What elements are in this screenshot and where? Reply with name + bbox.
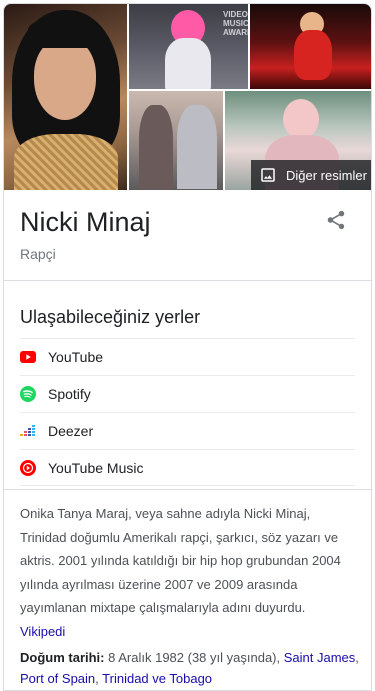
knowledge-panel: VIDEO MUSIC AWARDS Diğer resimler Nicki … (3, 3, 372, 691)
share-button[interactable] (322, 208, 350, 236)
entity-title: Nicki Minaj (20, 207, 151, 237)
deezer-icon (20, 423, 36, 439)
share-icon (325, 209, 347, 236)
image-collage: VIDEO MUSIC AWARDS Diğer resimler (4, 4, 371, 190)
more-images-button[interactable]: Diğer resimler (251, 160, 371, 190)
photo-face (34, 38, 96, 120)
photo-bangs (28, 18, 102, 48)
profile-label: Deezer (48, 423, 94, 439)
profile-label: YouTube Music (48, 459, 144, 476)
photo-dress (14, 134, 118, 190)
photo-1[interactable] (4, 4, 127, 190)
profile-label: Spotify (48, 386, 91, 402)
birth-info: Doğum tarihi: 8 Aralık 1982 (38 yıl yaşı… (20, 647, 360, 689)
backdrop-sign: VIDEO MUSIC AWARDS (223, 10, 248, 37)
birth-label: Doğum tarihi: (20, 650, 105, 665)
divider (4, 489, 371, 490)
photo-2[interactable]: VIDEO MUSIC AWARDS (129, 4, 248, 89)
profiles-heading: Ulaşabileceğiniz yerler (20, 307, 201, 327)
photo-4[interactable] (129, 91, 223, 190)
photo-head (283, 99, 319, 139)
youtube-icon (20, 349, 36, 365)
birth-place-link-port-of-spain[interactable]: Port of Spain (20, 671, 95, 686)
photo-3[interactable] (250, 4, 371, 89)
profile-link-spotify[interactable]: Spotify (20, 375, 355, 412)
profiles-list: YouTube Spotify Deezer YouTube Music (20, 338, 355, 486)
birth-place-link-trinidad[interactable]: Trinidad ve Tobago (102, 671, 212, 686)
birth-date: 8 Aralık 1982 (38 yıl yaşında), (108, 650, 281, 665)
youtube-music-icon (20, 459, 36, 476)
description-source-link[interactable]: Vikipedi (20, 624, 65, 639)
birth-place-link-saint-james[interactable]: Saint James (284, 650, 356, 665)
description: Onika Tanya Maraj, veya sahne adıyla Nic… (20, 502, 360, 643)
spotify-icon (20, 386, 36, 402)
entity-subtitle: Rapçi (20, 246, 56, 262)
more-images-label: Diğer resimler (286, 167, 367, 183)
profile-link-youtube[interactable]: YouTube (20, 338, 355, 375)
image-icon (259, 166, 277, 184)
photo-outfit (165, 38, 211, 89)
photo-red-outfit (294, 30, 332, 80)
birth-separator: , (355, 650, 359, 665)
profile-link-deezer[interactable]: Deezer (20, 412, 355, 449)
divider (4, 280, 371, 281)
profile-link-youtube-music[interactable]: YouTube Music (20, 449, 355, 486)
birth-separator: , (95, 671, 99, 686)
profile-label: YouTube (48, 349, 104, 365)
photo-person-b (177, 105, 217, 189)
photo-person-a (139, 105, 173, 189)
description-text: Onika Tanya Maraj, veya sahne adıyla Nic… (20, 506, 341, 615)
